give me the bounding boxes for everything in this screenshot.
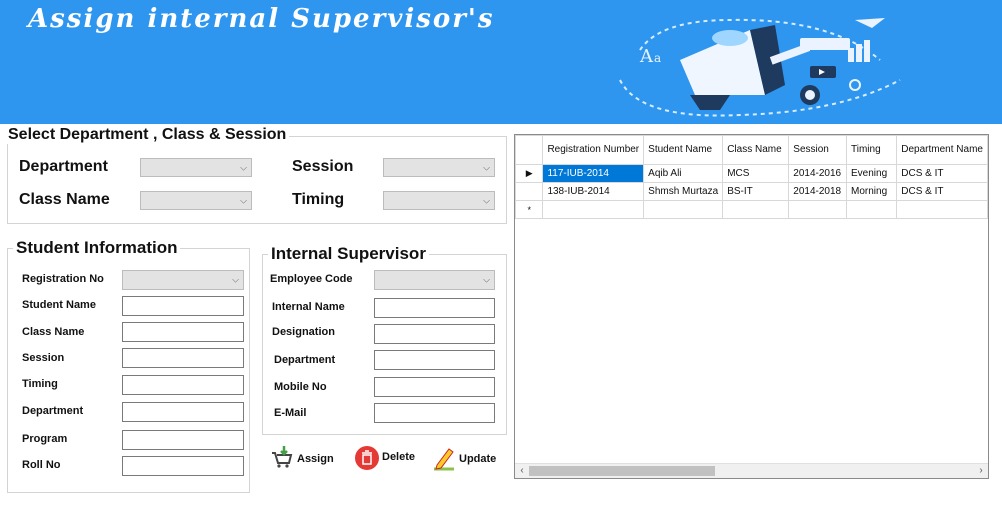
student-session-label: Session [22, 352, 65, 364]
header-banner: Assign internal Supervisor's A a [0, 0, 1002, 124]
table-cell[interactable] [896, 200, 988, 219]
update-label: Update [459, 453, 497, 465]
scrollbar-thumb[interactable] [529, 466, 715, 476]
column-header-student-name[interactable]: Student Name [643, 135, 724, 165]
table-cell[interactable] [722, 200, 790, 219]
class-name-label: Class Name [19, 191, 110, 208]
employee-code-select[interactable]: ⌵ [374, 270, 495, 290]
internal-name-label: Internal Name [272, 301, 345, 313]
roll-no-label: Roll No [22, 459, 61, 471]
table-cell[interactable]: DCS & IT [896, 182, 988, 201]
program-field[interactable] [122, 430, 244, 450]
table-cell[interactable]: MCS [722, 164, 790, 183]
table-cell[interactable]: Shmsh Murtaza [643, 182, 724, 201]
chevron-down-icon: ⌵ [240, 195, 247, 205]
department-label: Department [19, 158, 108, 175]
table-row[interactable]: ▶ 117-IUB-2014 Aqib Ali MCS 2014-2016 Ev… [514, 164, 988, 183]
table-cell[interactable] [788, 200, 847, 219]
supervisor-title: Internal Supervisor [268, 244, 429, 264]
new-row[interactable]: * [514, 200, 988, 219]
student-name-label: Student Name [22, 299, 96, 311]
student-info-title: Student Information [13, 238, 181, 258]
grid-corner [514, 135, 544, 165]
svg-text:A: A [639, 46, 654, 67]
roll-no-field[interactable] [122, 456, 244, 476]
session-select[interactable]: ⌵ [383, 158, 495, 177]
table-cell[interactable]: Evening [845, 164, 898, 183]
trash-icon [355, 446, 379, 470]
row-header[interactable] [514, 182, 544, 201]
new-row-indicator[interactable]: * [514, 200, 544, 219]
supervisor-department-label: Department [274, 354, 336, 366]
pencil-edit-icon [434, 448, 454, 471]
timing-select[interactable]: ⌵ [383, 191, 495, 210]
student-name-field[interactable] [122, 296, 244, 316]
selection-group [7, 136, 507, 224]
delete-button[interactable]: Delete [354, 445, 415, 471]
megaphone-illustration: A a [619, 18, 901, 117]
grid-table: Registration Number Student Name Class N… [514, 135, 988, 219]
scroll-right-icon[interactable]: › [974, 464, 988, 478]
table-cell[interactable]: 2014-2016 [788, 164, 847, 183]
column-header-department[interactable]: Department Name [896, 135, 988, 165]
table-row[interactable]: 138-IUB-2014 Shmsh Murtaza BS-IT 2014-20… [514, 182, 988, 201]
table-cell[interactable]: Morning [845, 182, 898, 201]
student-class-name-label: Class Name [22, 326, 85, 338]
employee-code-label: Employee Code [270, 273, 353, 285]
designation-field[interactable] [374, 324, 495, 344]
chevron-down-icon: ⌵ [483, 195, 490, 205]
student-department-label: Department [22, 405, 84, 417]
chevron-down-icon: ⌵ [483, 274, 490, 285]
supervisor-department-field[interactable] [374, 350, 495, 370]
program-label: Program [22, 433, 68, 445]
email-field[interactable] [374, 403, 495, 423]
student-session-field[interactable] [122, 348, 244, 368]
table-cell[interactable]: 138-IUB-2014 [542, 182, 645, 201]
current-row-indicator[interactable]: ▶ [514, 164, 544, 183]
email-label: E-Mail [274, 407, 307, 419]
page-title: Assign internal Supervisor's [28, 4, 495, 34]
internal-name-field[interactable] [374, 298, 495, 318]
column-header-session[interactable]: Session [788, 135, 847, 165]
department-select[interactable]: ⌵ [140, 158, 252, 177]
table-cell[interactable]: 2014-2018 [788, 182, 847, 201]
student-class-name-field[interactable] [122, 322, 244, 342]
column-header-class-name[interactable]: Class Name [722, 135, 790, 165]
table-cell[interactable]: DCS & IT [896, 164, 988, 183]
table-cell[interactable] [845, 200, 898, 219]
column-header-registration[interactable]: Registration Number [542, 135, 645, 165]
student-department-field[interactable] [122, 402, 244, 422]
cart-arrow-icon [272, 446, 293, 468]
selection-title: Select Department , Class & Session [5, 126, 290, 144]
class-name-select[interactable]: ⌵ [140, 191, 252, 210]
horizontal-scrollbar[interactable]: ‹ › [515, 463, 988, 478]
table-cell[interactable]: 117-IUB-2014 [542, 164, 645, 183]
timing-label: Timing [292, 191, 345, 208]
assign-label: Assign [297, 453, 334, 465]
table-cell[interactable]: Aqib Ali [643, 164, 724, 183]
student-timing-field[interactable] [122, 375, 244, 395]
svg-text:a: a [654, 51, 661, 65]
registration-no-label: Registration No [22, 273, 104, 285]
students-data-grid[interactable]: Registration Number Student Name Class N… [514, 134, 989, 479]
designation-label: Designation [272, 326, 335, 338]
registration-no-select[interactable]: ⌵ [122, 270, 244, 290]
table-cell[interactable] [643, 200, 724, 219]
table-cell[interactable] [542, 200, 645, 219]
student-timing-label: Timing [22, 378, 58, 390]
delete-label: Delete [382, 451, 416, 463]
column-header-timing[interactable]: Timing [845, 135, 898, 165]
scroll-left-icon[interactable]: ‹ [515, 464, 529, 478]
chevron-down-icon: ⌵ [232, 274, 239, 285]
chevron-down-icon: ⌵ [483, 162, 490, 172]
update-button[interactable]: Update [432, 445, 496, 471]
mobile-no-label: Mobile No [274, 381, 327, 393]
mobile-no-field[interactable] [374, 377, 495, 397]
table-cell[interactable]: BS-IT [722, 182, 790, 201]
assign-button[interactable]: Assign [270, 445, 334, 469]
session-label: Session [292, 158, 354, 175]
chevron-down-icon: ⌵ [240, 162, 247, 172]
